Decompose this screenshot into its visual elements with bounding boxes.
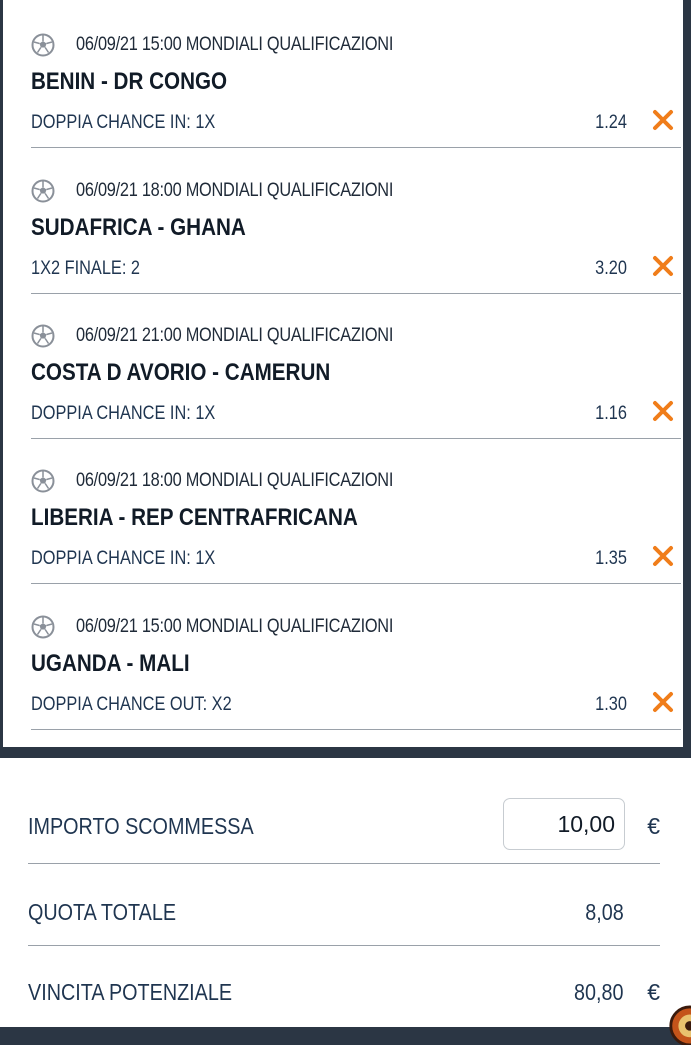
soccer-ball-icon [31, 324, 55, 348]
bet-datetime-competition: 06/09/21 18:00 MONDIALI QUALIFICAZIONI [76, 470, 394, 491]
bet-match-name: COSTA D AVORIO - CAMERUN [31, 359, 331, 386]
soccer-ball-icon [31, 615, 55, 639]
bet-header: 06/09/21 15:00 MONDIALI QUALIFICAZIONI [31, 30, 445, 60]
bet-selection: DOPPIA CHANCE IN: 1X [31, 403, 216, 424]
potential-win-currency: € [647, 979, 660, 1005]
bet-datetime-competition: 06/09/21 21:00 MONDIALI QUALIFICAZIONI [76, 325, 394, 346]
bet-odd: 1.16 [595, 403, 627, 424]
bet-odd: 1.30 [595, 694, 627, 715]
bet-odd: 1.35 [595, 548, 627, 569]
bet-header: 06/09/21 18:00 MONDIALI QUALIFICAZIONI [31, 466, 445, 496]
soccer-ball-icon [31, 179, 55, 203]
bet-match-name: SUDAFRICA - GHANA [31, 214, 246, 241]
stake-row: IMPORTO SCOMMESSA € [28, 782, 660, 864]
bet-header: 06/09/21 18:00 MONDIALI QUALIFICAZIONI [31, 176, 445, 206]
bet-header: 06/09/21 21:00 MONDIALI QUALIFICAZIONI [31, 321, 445, 351]
bet-header: 06/09/21 15:00 MONDIALI QUALIFICAZIONI [31, 612, 445, 642]
total-odds-value: 8,08 [585, 899, 624, 925]
bet-item: 06/09/21 21:00 MONDIALI QUALIFICAZIONI C… [31, 293, 681, 439]
total-odds-label: QUOTA TOTALE [28, 899, 177, 925]
bet-datetime-competition: 06/09/21 15:00 MONDIALI QUALIFICAZIONI [76, 616, 394, 637]
bet-item: 06/09/21 15:00 MONDIALI QUALIFICAZIONI B… [31, 2, 681, 148]
bet-datetime-competition: 06/09/21 15:00 MONDIALI QUALIFICAZIONI [76, 34, 394, 55]
stake-currency: € [647, 813, 660, 839]
potential-win-label: VINCITA POTENZIALE [28, 979, 233, 1005]
bet-selection: DOPPIA CHANCE IN: 1X [31, 548, 216, 569]
close-icon[interactable] [651, 690, 675, 714]
potential-win-value: 80,80 [574, 979, 624, 1005]
bet-item: 06/09/21 15:00 MONDIALI QUALIFICAZIONI U… [31, 584, 681, 730]
bet-selection: DOPPIA CHANCE OUT: X2 [31, 694, 232, 715]
bet-match-name: BENIN - DR CONGO [31, 68, 228, 95]
bet-odd: 3.20 [595, 258, 627, 279]
stake-input[interactable] [503, 798, 625, 850]
roulette-icon[interactable] [667, 1003, 691, 1045]
bet-datetime-competition: 06/09/21 18:00 MONDIALI QUALIFICAZIONI [76, 180, 394, 201]
close-icon[interactable] [651, 108, 675, 132]
stake-label: IMPORTO SCOMMESSA [28, 813, 254, 839]
bet-item: 06/09/21 18:00 MONDIALI QUALIFICAZIONI S… [31, 148, 681, 294]
close-icon[interactable] [651, 254, 675, 278]
bet-selection: DOPPIA CHANCE IN: 1X [31, 112, 216, 133]
bet-selection: 1X2 FINALE: 2 [31, 258, 140, 279]
total-odds-row: QUOTA TOTALE 8,08 [28, 864, 660, 946]
soccer-ball-icon [31, 33, 55, 57]
close-icon[interactable] [651, 399, 675, 423]
potential-win-row: VINCITA POTENZIALE 80,80 € [28, 946, 660, 1028]
bet-summary: IMPORTO SCOMMESSA € QUOTA TOTALE 8,08 VI… [0, 758, 691, 1045]
bet-odd: 1.24 [595, 112, 627, 133]
soccer-ball-icon [31, 469, 55, 493]
bet-match-name: LIBERIA - REP CENTRAFRICANA [31, 504, 358, 531]
close-icon[interactable] [651, 544, 675, 568]
bet-slip-list: 06/09/21 15:00 MONDIALI QUALIFICAZIONI B… [0, 0, 683, 747]
bet-item: 06/09/21 18:00 MONDIALI QUALIFICAZIONI L… [31, 438, 681, 584]
bet-match-name: UGANDA - MALI [31, 650, 190, 677]
